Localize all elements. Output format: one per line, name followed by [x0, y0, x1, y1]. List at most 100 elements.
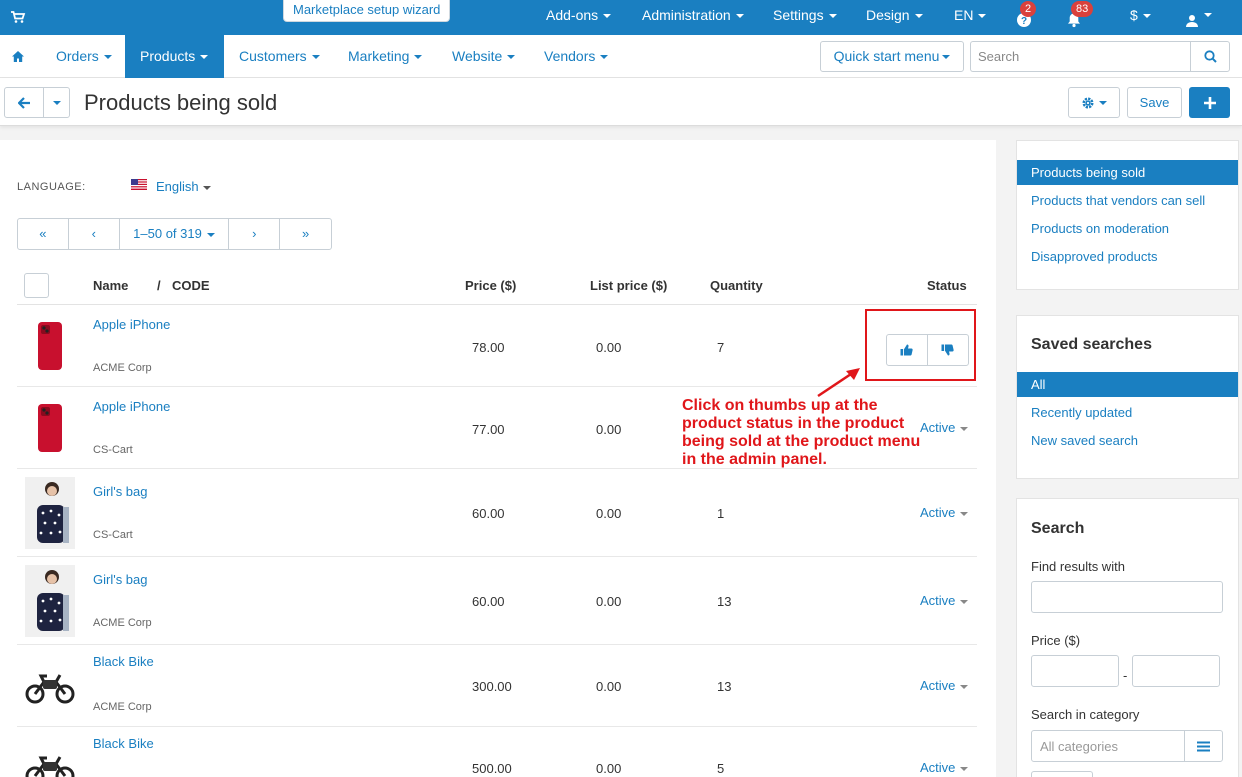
- view-products-on-moderation[interactable]: Products on moderation: [1017, 216, 1238, 241]
- product-price[interactable]: 77.00: [472, 422, 505, 437]
- chevron-down-icon: [311, 55, 320, 60]
- product-quantity[interactable]: 1: [717, 506, 724, 521]
- user-menu[interactable]: [1185, 8, 1212, 27]
- status-dropdown[interactable]: Active: [920, 505, 969, 520]
- marketplace-setup-wizard-button[interactable]: Marketplace setup wizard: [283, 0, 451, 22]
- nav-products[interactable]: Products: [125, 35, 224, 78]
- quick-start-menu-button[interactable]: Quick start menu: [820, 41, 964, 72]
- column-list-price[interactable]: List price ($): [590, 278, 667, 293]
- product-list-price[interactable]: 0.00: [596, 594, 621, 609]
- add-product-button[interactable]: [1189, 87, 1230, 118]
- save-button[interactable]: Save: [1127, 87, 1182, 118]
- product-name-link[interactable]: Girl's bag: [93, 572, 148, 587]
- product-price[interactable]: 500.00: [472, 761, 512, 776]
- price-to-input[interactable]: [1132, 655, 1220, 687]
- nav-vendors-label: Vendors: [544, 48, 596, 64]
- chevron-down-icon: [200, 55, 209, 60]
- currency-menu[interactable]: $: [1130, 0, 1151, 35]
- product-quantity[interactable]: 13: [717, 594, 731, 609]
- search-input[interactable]: [970, 41, 1191, 72]
- nav-vendors[interactable]: Vendors: [544, 35, 609, 78]
- product-name-link[interactable]: Black Bike: [93, 654, 154, 669]
- next-page-button[interactable]: ›: [229, 219, 281, 249]
- status-dropdown[interactable]: Active: [920, 760, 969, 775]
- product-list-price[interactable]: 0.00: [596, 506, 621, 521]
- view-products-vendors-can-sell[interactable]: Products that vendors can sell: [1017, 188, 1238, 213]
- product-thumbnail-bike[interactable]: [25, 749, 75, 777]
- column-code[interactable]: CODE: [172, 278, 210, 293]
- product-thumbnail-bag[interactable]: [25, 477, 75, 549]
- product-list-price[interactable]: 0.00: [596, 761, 621, 776]
- product-list-price[interactable]: 0.00: [596, 679, 621, 694]
- settings-dropdown-button[interactable]: [1068, 87, 1120, 118]
- product-quantity[interactable]: 13: [717, 679, 731, 694]
- home-button[interactable]: [0, 35, 36, 78]
- design-menu[interactable]: Design: [866, 0, 923, 35]
- view-products-being-sold[interactable]: Products being sold: [1017, 160, 1238, 185]
- nav-website[interactable]: Website: [452, 35, 516, 78]
- cart-icon[interactable]: [10, 9, 26, 25]
- settings-menu[interactable]: Settings: [773, 0, 837, 35]
- product-quantity[interactable]: 7: [717, 340, 724, 355]
- product-thumbnail-phone[interactable]: [25, 403, 75, 453]
- settings-label: Settings: [773, 7, 824, 23]
- select-all-checkbox[interactable]: [24, 273, 49, 298]
- product-list-price[interactable]: 0.00: [596, 340, 621, 355]
- status-dropdown[interactable]: Active: [920, 678, 969, 693]
- category-picker-button[interactable]: [1184, 730, 1223, 762]
- last-page-button[interactable]: »: [280, 219, 331, 249]
- svg-text:?: ?: [1021, 16, 1027, 27]
- page-range-dropdown[interactable]: 1–50 of 319: [120, 219, 230, 249]
- language-select[interactable]: English: [156, 179, 211, 194]
- product-price[interactable]: 60.00: [472, 506, 505, 521]
- product-price[interactable]: 300.00: [472, 679, 512, 694]
- column-price[interactable]: Price ($): [465, 278, 516, 293]
- saved-search-recently-updated[interactable]: Recently updated: [1017, 400, 1238, 425]
- help-badge: 2: [1020, 1, 1037, 17]
- product-name-link[interactable]: Apple iPhone: [93, 399, 170, 414]
- product-price[interactable]: 78.00: [472, 340, 505, 355]
- product-thumbnail-bag[interactable]: [25, 565, 75, 637]
- status-label: Active: [920, 593, 956, 608]
- new-saved-search-link[interactable]: New saved search: [1017, 428, 1238, 453]
- search-button[interactable]: [1190, 41, 1230, 72]
- chevron-down-icon: [960, 426, 969, 431]
- chevron-down-icon: [414, 55, 423, 60]
- product-name-link[interactable]: Girl's bag: [93, 484, 148, 499]
- prev-page-button[interactable]: ‹: [69, 219, 120, 249]
- column-status[interactable]: Status: [927, 278, 967, 293]
- nav-customers[interactable]: Customers: [239, 35, 320, 78]
- chevron-down-icon: [735, 14, 744, 19]
- product-thumbnail-phone[interactable]: [25, 321, 75, 371]
- addons-menu[interactable]: Add-ons: [546, 0, 612, 35]
- product-name-link[interactable]: Apple iPhone: [93, 317, 170, 332]
- saved-search-all[interactable]: All: [1017, 372, 1238, 397]
- history-dropdown-button[interactable]: [43, 87, 70, 118]
- nav-marketing[interactable]: Marketing: [348, 35, 423, 78]
- nav-marketing-label: Marketing: [348, 48, 410, 64]
- product-list-price[interactable]: 0.00: [596, 422, 621, 437]
- product-price[interactable]: 60.00: [472, 594, 505, 609]
- product-thumbnail-bike[interactable]: [25, 667, 75, 705]
- addons-label: Add-ons: [546, 7, 599, 23]
- category-input[interactable]: [1031, 730, 1185, 762]
- administration-menu[interactable]: Administration: [642, 0, 744, 35]
- find-results-input[interactable]: [1031, 581, 1223, 613]
- language-menu[interactable]: EN: [954, 0, 987, 35]
- search-panel: Search Find results with Price ($) - Sea…: [1016, 498, 1239, 777]
- product-quantity[interactable]: 5: [717, 761, 724, 776]
- price-range-separator: -: [1123, 668, 1128, 683]
- chevron-down-icon: [978, 14, 987, 19]
- product-name-link[interactable]: Black Bike: [93, 736, 154, 751]
- price-from-input[interactable]: [1031, 655, 1119, 687]
- search-icon: [1203, 50, 1217, 63]
- nav-orders[interactable]: Orders: [56, 35, 112, 78]
- view-disapproved-products[interactable]: Disapproved products: [1017, 244, 1238, 269]
- back-button[interactable]: [4, 87, 44, 118]
- chevron-down-icon: [206, 232, 215, 237]
- column-quantity[interactable]: Quantity: [710, 278, 763, 293]
- partial-field[interactable]: [1031, 771, 1093, 777]
- column-name[interactable]: Name: [93, 278, 128, 293]
- first-page-button[interactable]: «: [18, 219, 69, 249]
- status-dropdown[interactable]: Active: [920, 593, 969, 608]
